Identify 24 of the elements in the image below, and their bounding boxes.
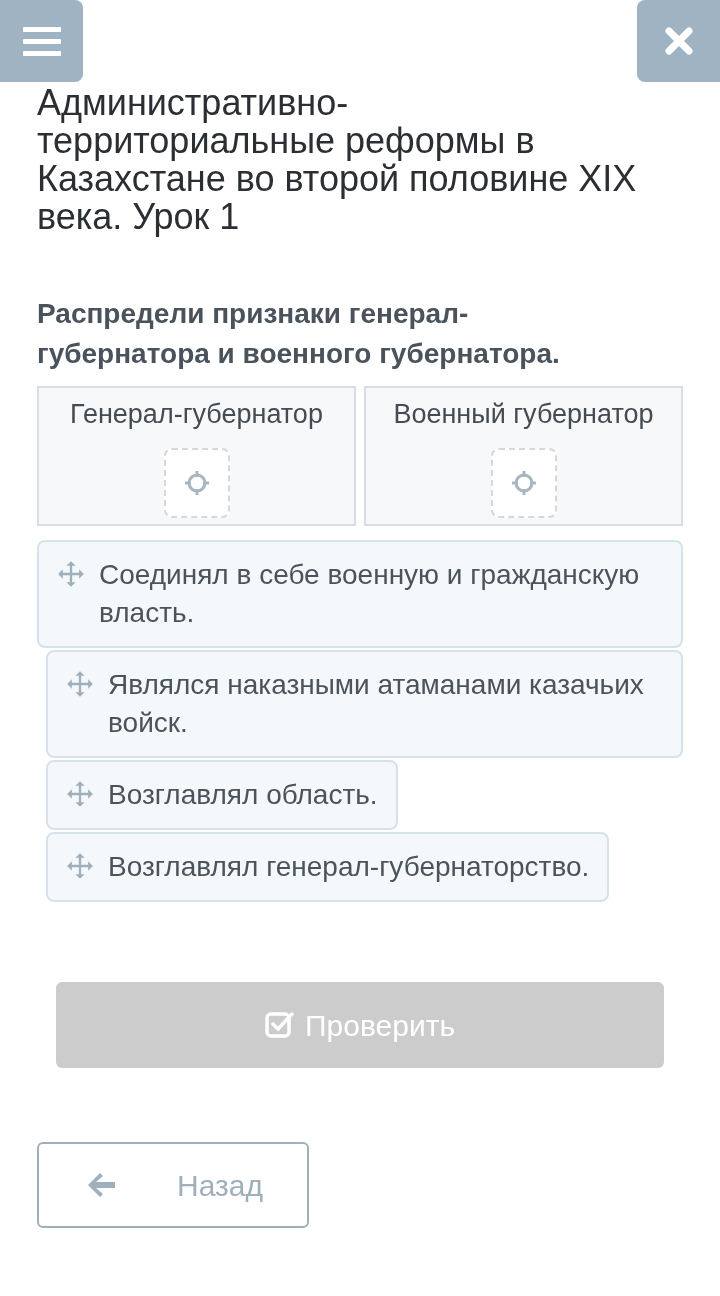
checkbox-icon <box>265 1010 295 1040</box>
menu-button[interactable] <box>0 0 83 82</box>
move-icon <box>66 780 94 808</box>
move-icon <box>66 852 94 880</box>
left-arrow-icon <box>87 1172 117 1198</box>
draggable-answer[interactable]: Являлся наказными атаманами казачьих войск. <box>46 650 683 758</box>
crosshair-icon <box>183 470 210 496</box>
drop-zone-label: Генерал-губернатор <box>70 398 323 431</box>
drop-zone[interactable]: Генерал-губернатор <box>37 386 356 526</box>
draggable-answer[interactable]: Соединял в себе военную и гражданскую власть. <box>37 540 683 648</box>
draggable-answer[interactable]: Возглавлял область. <box>46 760 398 830</box>
task-instruction: Распредели признаки генерал-губернатора и военного губернатора. <box>37 297 561 371</box>
lesson-title: Административно-территориальные реформы в Казахстане во второй половине XIX века. Урок 1 <box>37 84 638 236</box>
drop-zone[interactable]: Военный губернатор <box>364 386 683 526</box>
move-icon <box>57 560 85 588</box>
move-icon <box>66 670 94 698</box>
drop-target[interactable] <box>490 448 557 518</box>
crosshair-icon <box>510 470 537 496</box>
draggable-answer[interactable]: Возглавлял генерал-губернаторство. <box>46 832 610 902</box>
close-button[interactable] <box>637 0 720 82</box>
drop-zone-label: Военный губернатор <box>393 398 654 431</box>
menu-icon <box>22 25 61 57</box>
close-icon <box>663 26 694 56</box>
drop-target[interactable] <box>163 448 230 518</box>
